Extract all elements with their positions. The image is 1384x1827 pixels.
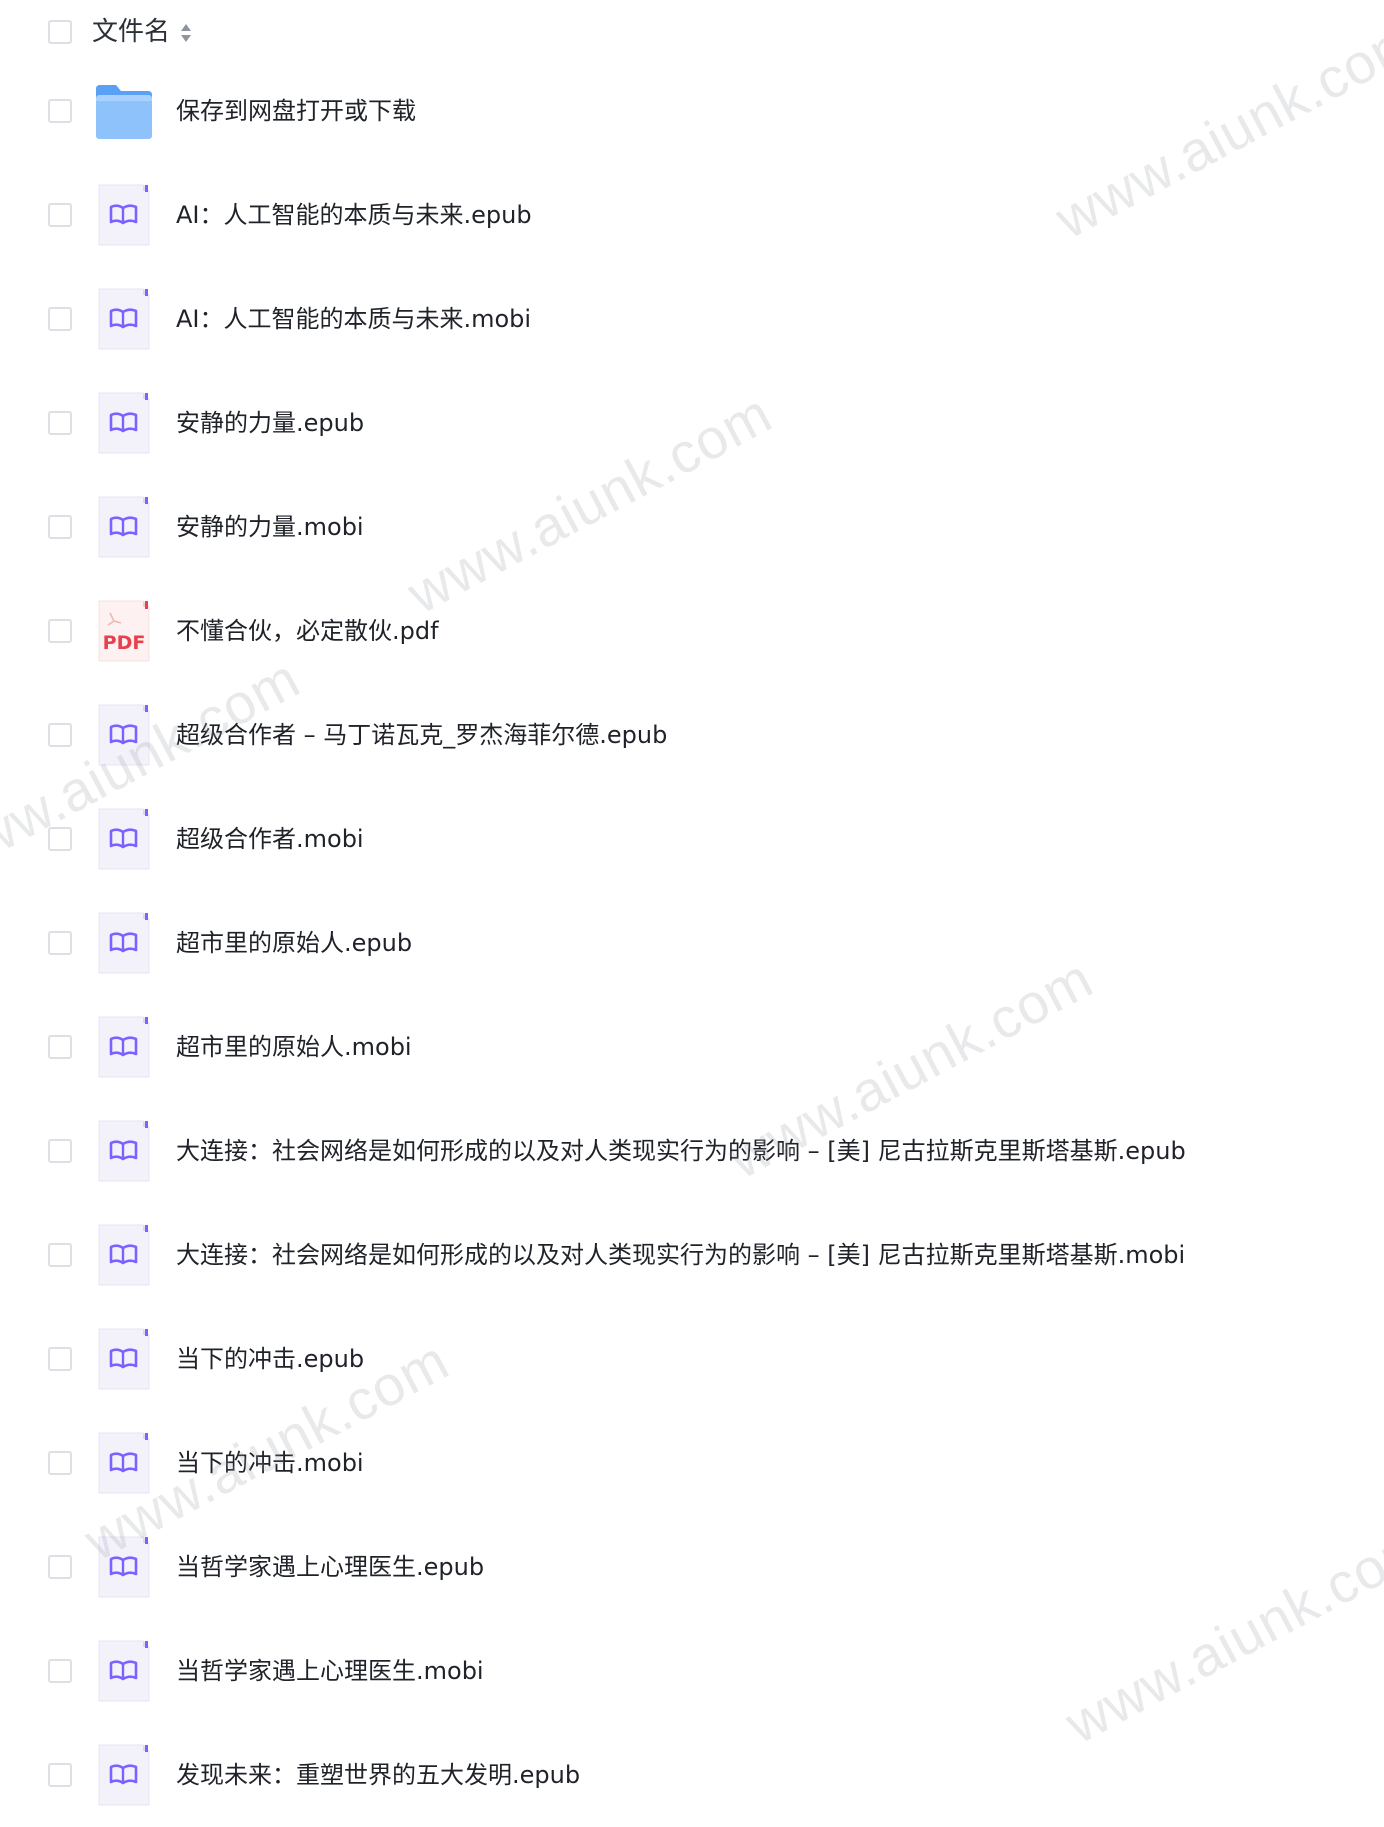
filename-column-header[interactable]: 文件名 (92, 14, 170, 50)
file-row[interactable]: 安静的力量.mobi (0, 475, 1384, 579)
row-checkbox[interactable] (48, 1035, 72, 1059)
ebook-icon (94, 1119, 154, 1183)
ebook-icon (94, 1223, 154, 1287)
file-name[interactable]: AI：人工智能的本质与未来.mobi (176, 301, 531, 337)
row-checkbox[interactable] (48, 1451, 72, 1475)
row-checkbox[interactable] (48, 931, 72, 955)
file-row[interactable]: 超市里的原始人.mobi (0, 995, 1384, 1099)
row-checkbox[interactable] (48, 1555, 72, 1579)
row-checkbox[interactable] (48, 411, 72, 435)
ebook-icon (94, 1535, 154, 1599)
ebook-icon (94, 287, 154, 351)
row-checkbox[interactable] (48, 99, 72, 123)
pdf-icon: PDF (94, 599, 154, 663)
folder-icon (94, 79, 154, 143)
row-checkbox[interactable] (48, 1659, 72, 1683)
svg-text:PDF: PDF (103, 632, 146, 654)
file-name[interactable]: 大连接：社会网络是如何形成的以及对人类现实行为的影响 – [美] 尼古拉斯克里斯… (176, 1237, 1185, 1273)
file-row[interactable]: 当下的冲击.mobi (0, 1411, 1384, 1515)
file-row[interactable]: 当哲学家遇上心理医生.mobi (0, 1619, 1384, 1723)
file-name[interactable]: 当下的冲击.mobi (176, 1445, 364, 1481)
file-row[interactable]: 当哲学家遇上心理医生.epub (0, 1515, 1384, 1619)
file-row[interactable]: AI：人工智能的本质与未来.mobi (0, 267, 1384, 371)
ebook-icon (94, 911, 154, 975)
file-name[interactable]: 超市里的原始人.epub (176, 925, 412, 961)
file-name[interactable]: 当下的冲击.epub (176, 1341, 364, 1377)
row-checkbox[interactable] (48, 1243, 72, 1267)
ebook-icon (94, 807, 154, 871)
file-name[interactable]: 发现未来：重塑世界的五大发明.epub (176, 1757, 580, 1793)
ebook-icon (94, 391, 154, 455)
file-name[interactable]: 保存到网盘打开或下载 (176, 93, 416, 129)
sort-icon[interactable] (179, 22, 193, 44)
row-checkbox[interactable] (48, 827, 72, 851)
row-checkbox[interactable] (48, 307, 72, 331)
file-name[interactable]: 大连接：社会网络是如何形成的以及对人类现实行为的影响 – [美] 尼古拉斯克里斯… (176, 1133, 1186, 1169)
row-checkbox[interactable] (48, 1347, 72, 1371)
file-name[interactable]: 超级合作者.mobi (176, 821, 364, 857)
file-list: 文件名 保存到网盘打开或下载 AI：人工智能的本质与未来.epub AI：人工智… (0, 0, 1384, 1806)
file-name[interactable]: 当哲学家遇上心理医生.mobi (176, 1653, 484, 1689)
file-name[interactable]: 超市里的原始人.mobi (176, 1029, 412, 1065)
ebook-icon (94, 1327, 154, 1391)
ebook-icon (94, 1639, 154, 1703)
file-row[interactable]: 发现未来：重塑世界的五大发明.epub (0, 1723, 1384, 1827)
ebook-icon (94, 1743, 154, 1807)
file-row[interactable]: AI：人工智能的本质与未来.epub (0, 163, 1384, 267)
row-checkbox[interactable] (48, 1763, 72, 1787)
file-row[interactable]: 超级合作者.mobi (0, 787, 1384, 891)
row-checkbox[interactable] (48, 203, 72, 227)
file-name[interactable]: 超级合作者 – 马丁诺瓦克_罗杰海菲尔德.epub (176, 717, 667, 753)
ebook-icon (94, 1015, 154, 1079)
row-checkbox[interactable] (48, 619, 72, 643)
file-row[interactable]: 大连接：社会网络是如何形成的以及对人类现实行为的影响 – [美] 尼古拉斯克里斯… (0, 1099, 1384, 1203)
file-row[interactable]: 大连接：社会网络是如何形成的以及对人类现实行为的影响 – [美] 尼古拉斯克里斯… (0, 1203, 1384, 1307)
row-checkbox[interactable] (48, 515, 72, 539)
file-row[interactable]: 超市里的原始人.epub (0, 891, 1384, 995)
file-name[interactable]: 不懂合伙，必定散伙.pdf (176, 613, 439, 649)
file-name[interactable]: 安静的力量.mobi (176, 509, 364, 545)
ebook-icon (94, 183, 154, 247)
file-row[interactable]: 保存到网盘打开或下载 (0, 59, 1384, 163)
row-checkbox[interactable] (48, 723, 72, 747)
file-row[interactable]: 当下的冲击.epub (0, 1307, 1384, 1411)
file-row[interactable]: 安静的力量.epub (0, 371, 1384, 475)
file-name[interactable]: AI：人工智能的本质与未来.epub (176, 197, 532, 233)
file-row[interactable]: PDF 不懂合伙，必定散伙.pdf (0, 579, 1384, 683)
row-checkbox[interactable] (48, 1139, 72, 1163)
list-header: 文件名 (0, 0, 1384, 64)
ebook-icon (94, 495, 154, 559)
file-name[interactable]: 安静的力量.epub (176, 405, 364, 441)
ebook-icon (94, 703, 154, 767)
file-row[interactable]: 超级合作者 – 马丁诺瓦克_罗杰海菲尔德.epub (0, 683, 1384, 787)
file-name[interactable]: 当哲学家遇上心理医生.epub (176, 1549, 484, 1585)
ebook-icon (94, 1431, 154, 1495)
select-all-checkbox[interactable] (48, 20, 72, 44)
